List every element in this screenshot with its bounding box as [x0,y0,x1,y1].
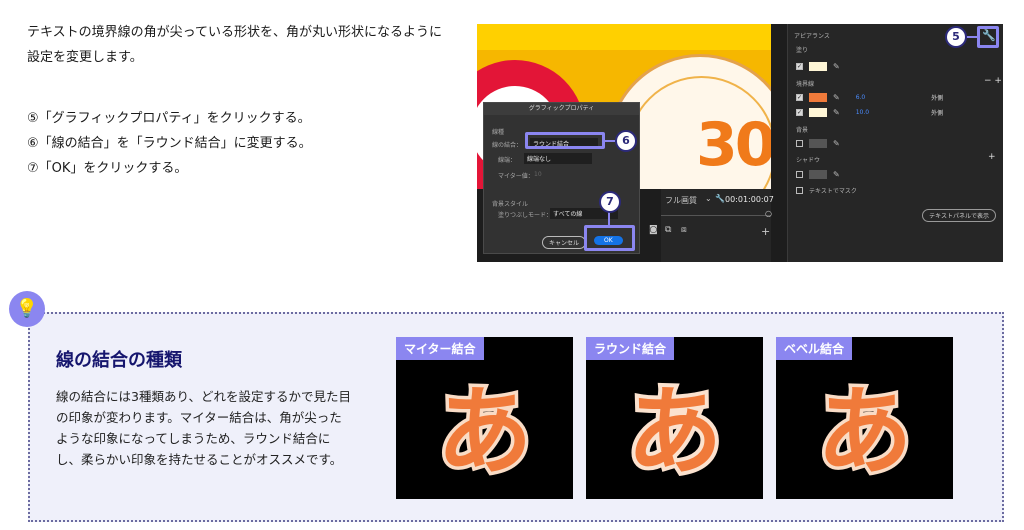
scrub-line[interactable] [661,215,771,216]
stroke-position-1[interactable]: 外側 [931,93,943,102]
quality-dropdown[interactable]: フル画質 [665,195,697,206]
line-join-label: 線の結合： [492,142,523,149]
badge-6: 6 [615,130,637,152]
compare-view-icon[interactable]: ⧈ [681,225,687,235]
chevron-down-icon: ⌄ [705,194,712,203]
timebar: フル画質 ⌄ 🔧 00:01:00:07 ○ ◙ ⧉ ⧈ + [649,189,774,262]
playhead-dot: ○ [765,209,772,218]
line-cap-label: 線端： [498,157,517,164]
canvas-number: 30 [696,110,771,180]
example-label: マイター結合 [396,337,484,360]
step-list: ⑤「グラフィックプロパティ」をクリックする。 ⑥「線の結合」を「ラウンド結合」に… [27,106,312,181]
example-bevel: ベベル結合 あ [776,337,953,499]
mask-checkbox[interactable] [796,186,803,194]
stroke-row-2: ✓ ✎ 10.0 外側 [796,106,943,118]
export-frame-icon[interactable]: ⧉ [665,225,671,235]
line-cap-select[interactable]: 線端なし [524,153,592,164]
connector-5 [966,36,977,38]
shadow-label: シャドウ [796,157,821,164]
example-label: ラウンド結合 [586,337,675,360]
essential-graphics-panel: アピアランス 塗り ✓ ✎ 境界線 − + ✓ ✎ 6.0 外側 ✓ ✎ 10.… [787,24,1003,262]
fill-swatch[interactable] [809,61,827,71]
eyedropper-icon[interactable]: ✎ [833,93,840,102]
appearance-heading: アピアランス [794,33,830,40]
connector-6 [605,140,615,142]
stroke-checkbox-2[interactable]: ✓ [796,108,803,116]
background-label: 背景 [796,127,809,134]
stroke-checkbox-1[interactable]: ✓ [796,93,803,101]
cancel-button[interactable]: キャンセル [542,236,587,249]
step-5: ⑤「グラフィックプロパティ」をクリックする。 [27,111,311,126]
step-7: ⑦「OK」をクリックする。 [27,161,188,176]
canvas-top-strip [477,24,771,50]
background-row: ✎ [796,137,840,149]
stroke-row-1: ✓ ✎ 6.0 外側 [796,91,943,103]
stroke-position-2[interactable]: 外側 [931,108,943,117]
fill-row: ✓ ✎ [796,60,840,72]
badge-5: 5 [945,26,967,48]
example-glyph: あ [623,372,727,492]
tip-body: 線の結合には3種類あり、どれを設定するかで見た目の印象が変わります。マイター結合… [56,389,351,467]
wrench-icon[interactable]: 🔧 [982,29,996,42]
example-round: ラウンド結合 あ [586,337,763,499]
example-miter: マイター結合 あ [396,337,573,499]
ok-highlight [584,225,635,251]
step-6: ⑥「線の結合」を「ラウンド結合」に変更する。 [27,136,312,151]
intro-text: テキストの境界線の角が尖っている形状を、角が丸い形状になるように設定を変更します… [27,25,442,65]
lightbulb-icon: 💡 [9,291,45,327]
premiere-screenshot: 30 フル画質 ⌄ 🔧 00:01:00:07 ○ ◙ ⧉ ⧈ + アピアランス… [477,24,1003,262]
mask-row: テキストでマスク [796,184,857,196]
eyedropper-icon[interactable]: ✎ [833,139,840,148]
fill-label: 塗り [796,47,809,54]
miter-value[interactable]: 10 [534,171,542,178]
fill-mode-label: 塗りつぶしモード： [498,212,553,219]
shadow-checkbox[interactable] [796,170,803,178]
eyedropper-icon[interactable]: ✎ [833,62,840,71]
connector-7 [608,212,610,225]
camera-icon[interactable]: ◙ [649,225,658,235]
wrench-icon[interactable]: 🔧 [715,194,725,203]
show-in-text-panel-button[interactable]: テキストパネルで表示 [922,209,996,222]
background-swatch[interactable] [809,138,827,148]
fill-checkbox[interactable]: ✓ [796,62,803,70]
eyedropper-icon[interactable]: ✎ [833,170,840,179]
timecode: 00:01:00:07 [725,195,774,204]
shadow-swatch[interactable] [809,169,827,179]
stroke-width-1[interactable]: 6.0 [856,94,866,101]
stroke-swatch-2[interactable] [809,107,827,117]
stroke-width-2[interactable]: 10.0 [856,109,869,116]
add-button[interactable]: + [761,225,770,238]
stroke-add-remove[interactable]: − + [984,76,1002,86]
example-label: ベベル結合 [776,337,853,360]
stroke-label: 境界線 [796,81,815,88]
example-glyph: あ [433,373,536,492]
miter-label: マイター値： [498,173,534,180]
mask-label: テキストでマスク [809,187,857,195]
shadow-row: ✎ [796,168,840,180]
badge-7: 7 [599,191,621,213]
line-join-highlight [525,132,605,149]
tip-title: 線の結合の種類 [56,350,182,371]
example-glyph: あ [813,373,916,492]
dialog-title: グラフィックプロパティ [484,103,639,115]
stroke-swatch-1[interactable] [809,92,827,102]
eyedropper-icon[interactable]: ✎ [833,108,840,117]
background-style-label: 背景スタイル [492,201,529,208]
shadow-add-button[interactable]: + [988,152,996,162]
stroke-section-label: 線種 [492,129,505,136]
background-checkbox[interactable] [796,139,803,147]
